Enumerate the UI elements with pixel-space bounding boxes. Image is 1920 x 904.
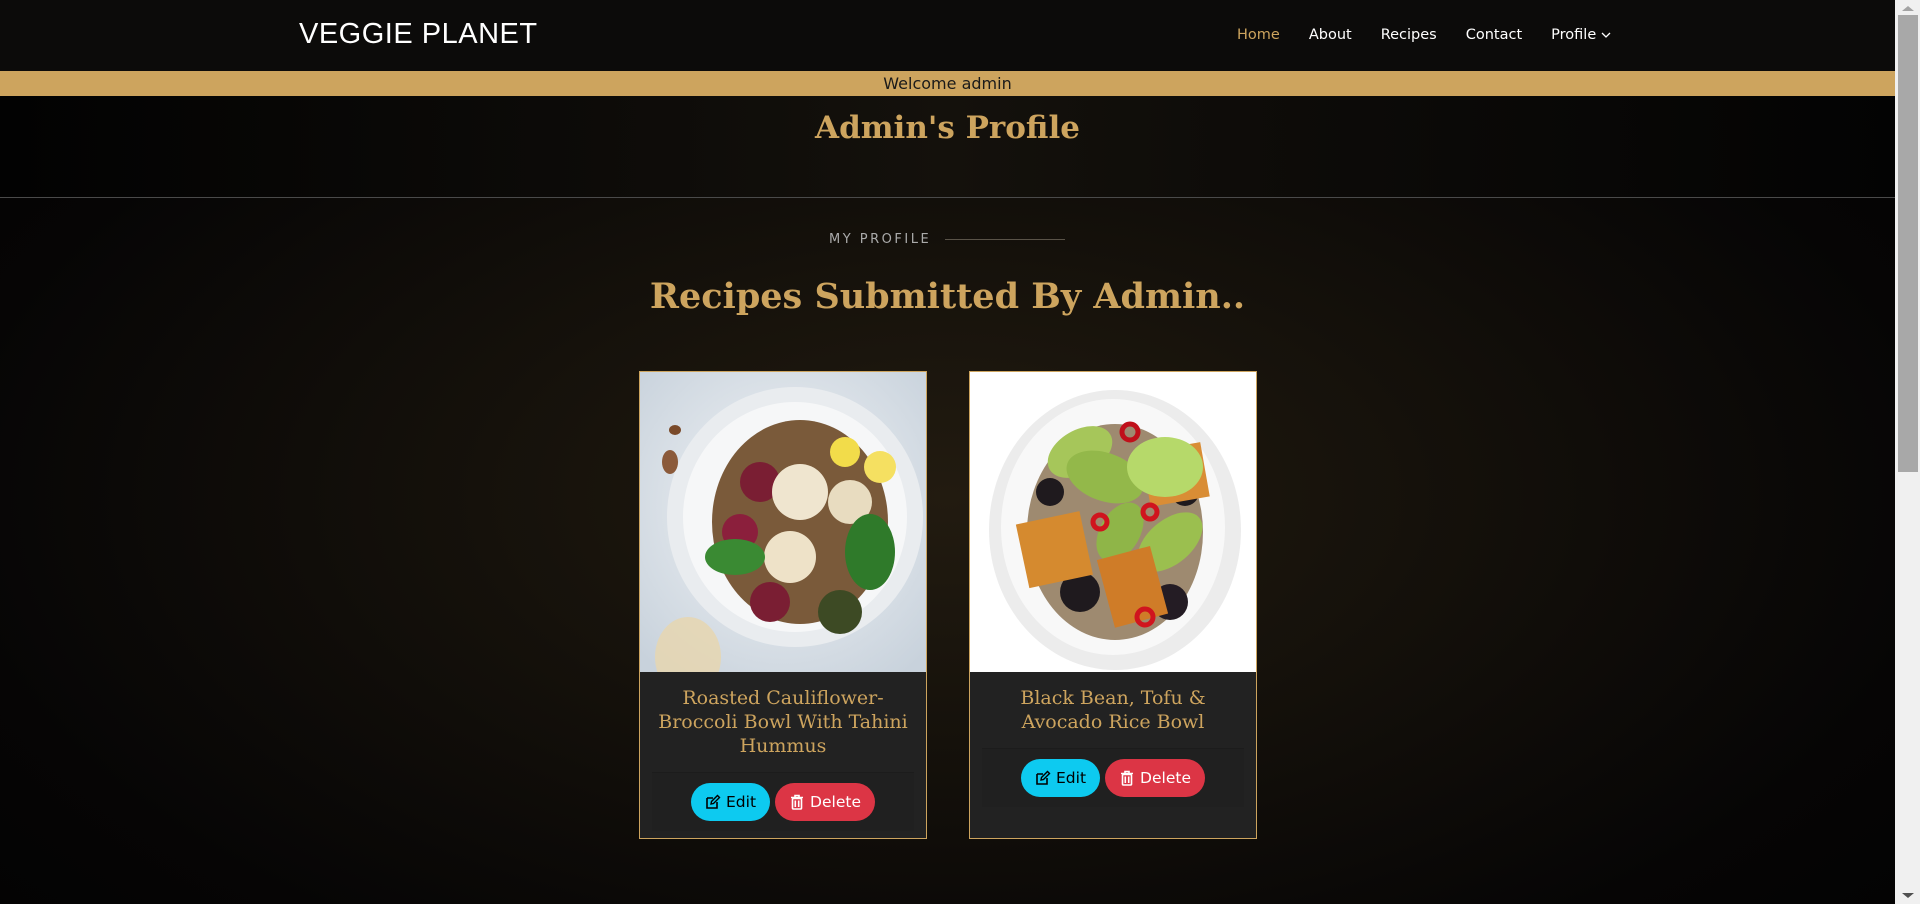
- recipe-image[interactable]: [640, 372, 926, 672]
- nav-recipes[interactable]: Recipes: [1381, 25, 1437, 45]
- edit-button[interactable]: Edit: [691, 783, 771, 821]
- recipe-card-body: Roasted Cauliflower-Broccoli Bowl With T…: [640, 672, 926, 831]
- delete-button[interactable]: Delete: [775, 783, 875, 821]
- brand-logo[interactable]: VEGGIE PLANET: [299, 18, 538, 51]
- trash-icon: [791, 794, 804, 810]
- welcome-banner: Welcome admin: [0, 71, 1895, 96]
- page-title: Admin's Profile: [815, 110, 1080, 146]
- recipe-actions: Edit Delete: [982, 748, 1244, 807]
- section-title: Recipes Submitted By Admin..: [649, 276, 1246, 317]
- trash-icon: [1121, 770, 1134, 786]
- delete-label: Delete: [1140, 769, 1191, 787]
- delete-button[interactable]: Delete: [1105, 759, 1205, 797]
- nav-about[interactable]: About: [1309, 25, 1352, 45]
- edit-button[interactable]: Edit: [1021, 759, 1101, 797]
- section-tag-label: MY PROFILE: [829, 232, 932, 247]
- recipe-card: Roasted Cauliflower-Broccoli Bowl With T…: [639, 371, 927, 839]
- recipe-title[interactable]: Black Bean, Tofu & Avocado Rice Bowl: [982, 686, 1244, 734]
- navbar: VEGGIE PLANET Home About Recipes Contact…: [0, 0, 1895, 71]
- recipe-title[interactable]: Roasted Cauliflower-Broccoli Bowl With T…: [652, 686, 914, 758]
- recipe-actions: Edit Delete: [652, 772, 914, 831]
- section-tag: MY PROFILE: [829, 232, 1066, 247]
- recipe-image[interactable]: [970, 372, 1256, 672]
- edit-icon: [706, 794, 721, 809]
- edit-icon: [1036, 770, 1051, 785]
- page-background: VEGGIE PLANET Home About Recipes Contact…: [0, 0, 1895, 904]
- vertical-scrollbar[interactable]: [1895, 0, 1920, 904]
- section-tag-divider: [945, 239, 1066, 240]
- nav-home[interactable]: Home: [1237, 25, 1280, 45]
- edit-label: Edit: [1056, 769, 1087, 787]
- scroll-up-arrow-icon[interactable]: [1902, 6, 1914, 11]
- edit-label: Edit: [726, 793, 757, 811]
- profile-header: Admin's Profile: [0, 96, 1895, 198]
- nav-contact[interactable]: Contact: [1466, 25, 1522, 45]
- recipe-card: Black Bean, Tofu & Avocado Rice Bowl Edi…: [969, 371, 1257, 839]
- scroll-down-arrow-icon[interactable]: [1902, 893, 1914, 898]
- delete-label: Delete: [810, 793, 861, 811]
- scrollbar-thumb[interactable]: [1898, 15, 1918, 472]
- recipe-card-body: Black Bean, Tofu & Avocado Rice Bowl Edi…: [970, 672, 1256, 807]
- nav-profile-dropdown[interactable]: Profile: [1551, 25, 1611, 45]
- main-nav: Home About Recipes Contact Profile: [1237, 25, 1640, 45]
- nav-profile-label: Profile: [1551, 27, 1597, 43]
- chevron-down-icon: [1601, 32, 1611, 38]
